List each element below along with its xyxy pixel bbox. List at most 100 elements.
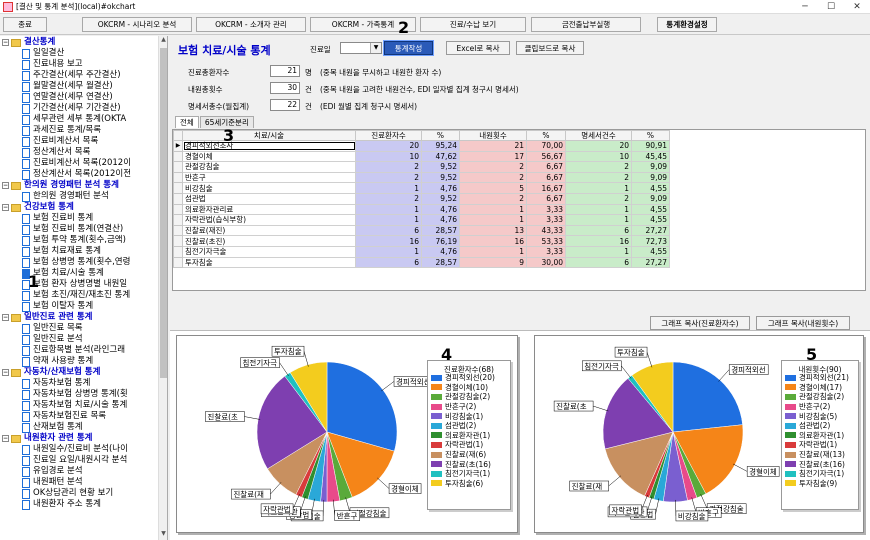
tree-item[interactable]: 연말결산(세무 연결산) bbox=[22, 92, 113, 103]
tree-category[interactable]: − 결산통계 bbox=[2, 37, 55, 48]
cell-claims-pct[interactable]: 9,09 bbox=[631, 161, 670, 173]
collapse-icon[interactable]: − bbox=[2, 182, 9, 189]
tree-item[interactable]: 보험 이탈자 통계 bbox=[22, 301, 93, 312]
table-row[interactable]: ▶ 경피적외선조사 20 95,24 21 70,00 20 90,91 bbox=[173, 140, 670, 152]
scroll-thumb[interactable] bbox=[160, 48, 167, 378]
table-row[interactable]: 섬관법 2 9,52 2 6,67 2 9,09 bbox=[173, 192, 670, 205]
row-indicator[interactable] bbox=[173, 203, 183, 216]
tree-item[interactable]: 보험 치료재료 통계 bbox=[22, 246, 101, 257]
cell-visits-pct[interactable]: 6,67 bbox=[526, 161, 566, 173]
cell-claims-pct[interactable]: 4,55 bbox=[631, 214, 670, 226]
tree-item[interactable]: 유입경로 분석 bbox=[22, 466, 83, 477]
tree-item[interactable]: 진료비계산서 목록(2012이 bbox=[22, 158, 131, 169]
crm-referrer-button[interactable]: OKCRM - 소개자 관리 bbox=[196, 17, 306, 32]
tree-item[interactable]: 보험 초진/재진/재초진 통계 bbox=[22, 290, 130, 301]
cell-claims[interactable]: 1 bbox=[565, 245, 632, 258]
cell-patients-pct[interactable]: 4,76 bbox=[421, 182, 460, 194]
cell-treatment[interactable]: 진찰료(초진) bbox=[182, 235, 356, 247]
cell-visits-pct[interactable]: 70,00 bbox=[526, 140, 566, 152]
col-header-patients[interactable]: 진료환자수 bbox=[355, 130, 422, 141]
collapse-icon[interactable]: − bbox=[2, 314, 9, 321]
col-header-patients-pct[interactable]: % bbox=[421, 130, 460, 141]
tree-item[interactable]: 주간결산(세무 주간결산) bbox=[22, 70, 121, 81]
cell-treatment[interactable]: 의료환자관리료 bbox=[182, 203, 356, 216]
maximize-button[interactable]: ☐ bbox=[818, 0, 844, 14]
clipboard-copy-button[interactable]: 클립보드로 복사 bbox=[516, 41, 584, 55]
cell-treatment[interactable]: 침전기자극술 bbox=[182, 245, 356, 258]
cell-visits[interactable]: 1 bbox=[459, 245, 527, 258]
tree-item[interactable]: 내원일수/진료비 분석(나이 bbox=[22, 444, 128, 455]
cell-visits[interactable]: 21 bbox=[459, 140, 527, 152]
cell-visits[interactable]: 16 bbox=[459, 235, 527, 247]
table-row[interactable]: 진찰료(재진) 6 28,57 13 43,33 6 27,27 bbox=[173, 224, 670, 237]
cell-treatment[interactable]: 진찰료(재진) bbox=[182, 224, 356, 237]
scroll-down-icon[interactable]: ▼ bbox=[159, 530, 167, 540]
cell-patients-pct[interactable]: 4,76 bbox=[421, 214, 460, 226]
collapse-icon[interactable]: − bbox=[2, 369, 9, 376]
cell-patients-pct[interactable]: 4,76 bbox=[421, 203, 460, 216]
tree-item[interactable]: 보험 투약 통계(횟수,금액) bbox=[22, 235, 126, 246]
cell-patients-pct[interactable]: 9,52 bbox=[421, 192, 460, 205]
create-stats-button[interactable]: 통계작성 bbox=[383, 40, 434, 56]
tree-item[interactable]: 진료내용 보고 bbox=[22, 59, 83, 70]
row-indicator[interactable] bbox=[173, 182, 183, 194]
cell-claims-pct[interactable]: 4,55 bbox=[631, 245, 670, 258]
cell-claims-pct[interactable]: 27,27 bbox=[631, 256, 670, 269]
col-header-visits[interactable]: 내원횟수 bbox=[459, 130, 527, 141]
cell-treatment[interactable]: 반흔구 bbox=[182, 171, 356, 184]
tree-item[interactable]: 과세진료 통계/목록 bbox=[22, 125, 101, 136]
row-indicator[interactable] bbox=[173, 224, 183, 237]
table-row[interactable]: 침전기자극술 1 4,76 1 3,33 1 4,55 bbox=[173, 245, 670, 258]
tree-category[interactable]: − 자동차/산재보험 통계 bbox=[2, 367, 100, 378]
col-header-claims[interactable]: 명세서건수 bbox=[565, 130, 632, 141]
cell-visits-pct[interactable]: 53,33 bbox=[526, 235, 566, 247]
cell-patients[interactable]: 1 bbox=[355, 245, 422, 258]
cell-claims[interactable]: 10 bbox=[565, 150, 632, 163]
table-row[interactable]: 반흔구 2 9,52 2 6,67 2 9,09 bbox=[173, 171, 670, 184]
tree-category[interactable]: − 일반진료 관련 통계 bbox=[2, 312, 92, 323]
col-header-visits-pct[interactable]: % bbox=[526, 130, 566, 141]
cell-visits-pct[interactable]: 6,67 bbox=[526, 192, 566, 205]
tree-category[interactable]: − 건강보험 통계 bbox=[2, 202, 74, 213]
col-header-claims-pct[interactable]: % bbox=[631, 130, 670, 141]
cell-visits-pct[interactable]: 56,67 bbox=[526, 150, 566, 163]
cell-patients[interactable]: 16 bbox=[355, 235, 422, 247]
crm-scenario-button[interactable]: OKCRM - 시나리오 분석 bbox=[82, 17, 192, 32]
stats-settings-button[interactable]: 통계환경설정 bbox=[657, 17, 717, 32]
cell-patients[interactable]: 1 bbox=[355, 182, 422, 194]
row-indicator[interactable] bbox=[173, 171, 183, 184]
tree-item[interactable]: 자동차보험 치료/시술 통계 bbox=[22, 400, 127, 411]
exit-button[interactable]: 종료 bbox=[3, 17, 47, 32]
tree-item[interactable]: 정산계산서 목록(2012이전 bbox=[22, 169, 131, 180]
cell-treatment[interactable]: 비강침술 bbox=[182, 182, 356, 194]
tree-category[interactable]: − 내원환자 관련 통계 bbox=[2, 433, 92, 444]
cell-patients[interactable]: 1 bbox=[355, 203, 422, 216]
cell-treatment[interactable]: 자락관법(습식부항) bbox=[182, 214, 356, 226]
table-row[interactable]: 비강침술 1 4,76 5 16,67 1 4,55 bbox=[173, 182, 670, 194]
cell-visits[interactable]: 9 bbox=[459, 256, 527, 269]
cell-claims[interactable]: 20 bbox=[565, 140, 632, 152]
cell-claims[interactable]: 2 bbox=[565, 161, 632, 173]
cell-patients-pct[interactable]: 9,52 bbox=[421, 161, 460, 173]
cell-visits[interactable]: 5 bbox=[459, 182, 527, 194]
cell-claims-pct[interactable]: 90,91 bbox=[631, 140, 670, 152]
table-row[interactable]: 투자침술 6 28,57 9 30,00 6 27,27 bbox=[173, 256, 670, 269]
cell-treatment[interactable]: 관절강침술 bbox=[182, 161, 356, 173]
cell-treatment[interactable]: 경혈이체 bbox=[182, 150, 356, 163]
cell-treatment[interactable]: 투자침술 bbox=[182, 256, 356, 269]
collapse-icon[interactable]: − bbox=[2, 435, 9, 442]
sidebar-scrollbar[interactable]: ▲ ▼ bbox=[158, 36, 167, 540]
table-row[interactable]: 관절강침술 2 9,52 2 6,67 2 9,09 bbox=[173, 161, 670, 173]
tree-item[interactable]: 세무관련 세부 통계(OKTA bbox=[22, 114, 126, 125]
cell-claims[interactable]: 6 bbox=[565, 224, 632, 237]
cell-visits[interactable]: 17 bbox=[459, 150, 527, 163]
tree-item[interactable]: 정산계산서 목록 bbox=[22, 147, 90, 158]
treatment-payment-button[interactable]: 진료/수납 보기 bbox=[420, 17, 526, 32]
tree-item[interactable]: 진료비계산서 목록 bbox=[22, 136, 98, 147]
tree-item[interactable]: 진료일 요일/내원시각 분석 bbox=[22, 455, 127, 466]
cell-visits[interactable]: 13 bbox=[459, 224, 527, 237]
row-indicator[interactable] bbox=[173, 150, 183, 163]
cell-patients-pct[interactable]: 28,57 bbox=[421, 224, 460, 237]
cell-claims-pct[interactable]: 9,09 bbox=[631, 192, 670, 205]
cell-claims-pct[interactable]: 9,09 bbox=[631, 171, 670, 184]
